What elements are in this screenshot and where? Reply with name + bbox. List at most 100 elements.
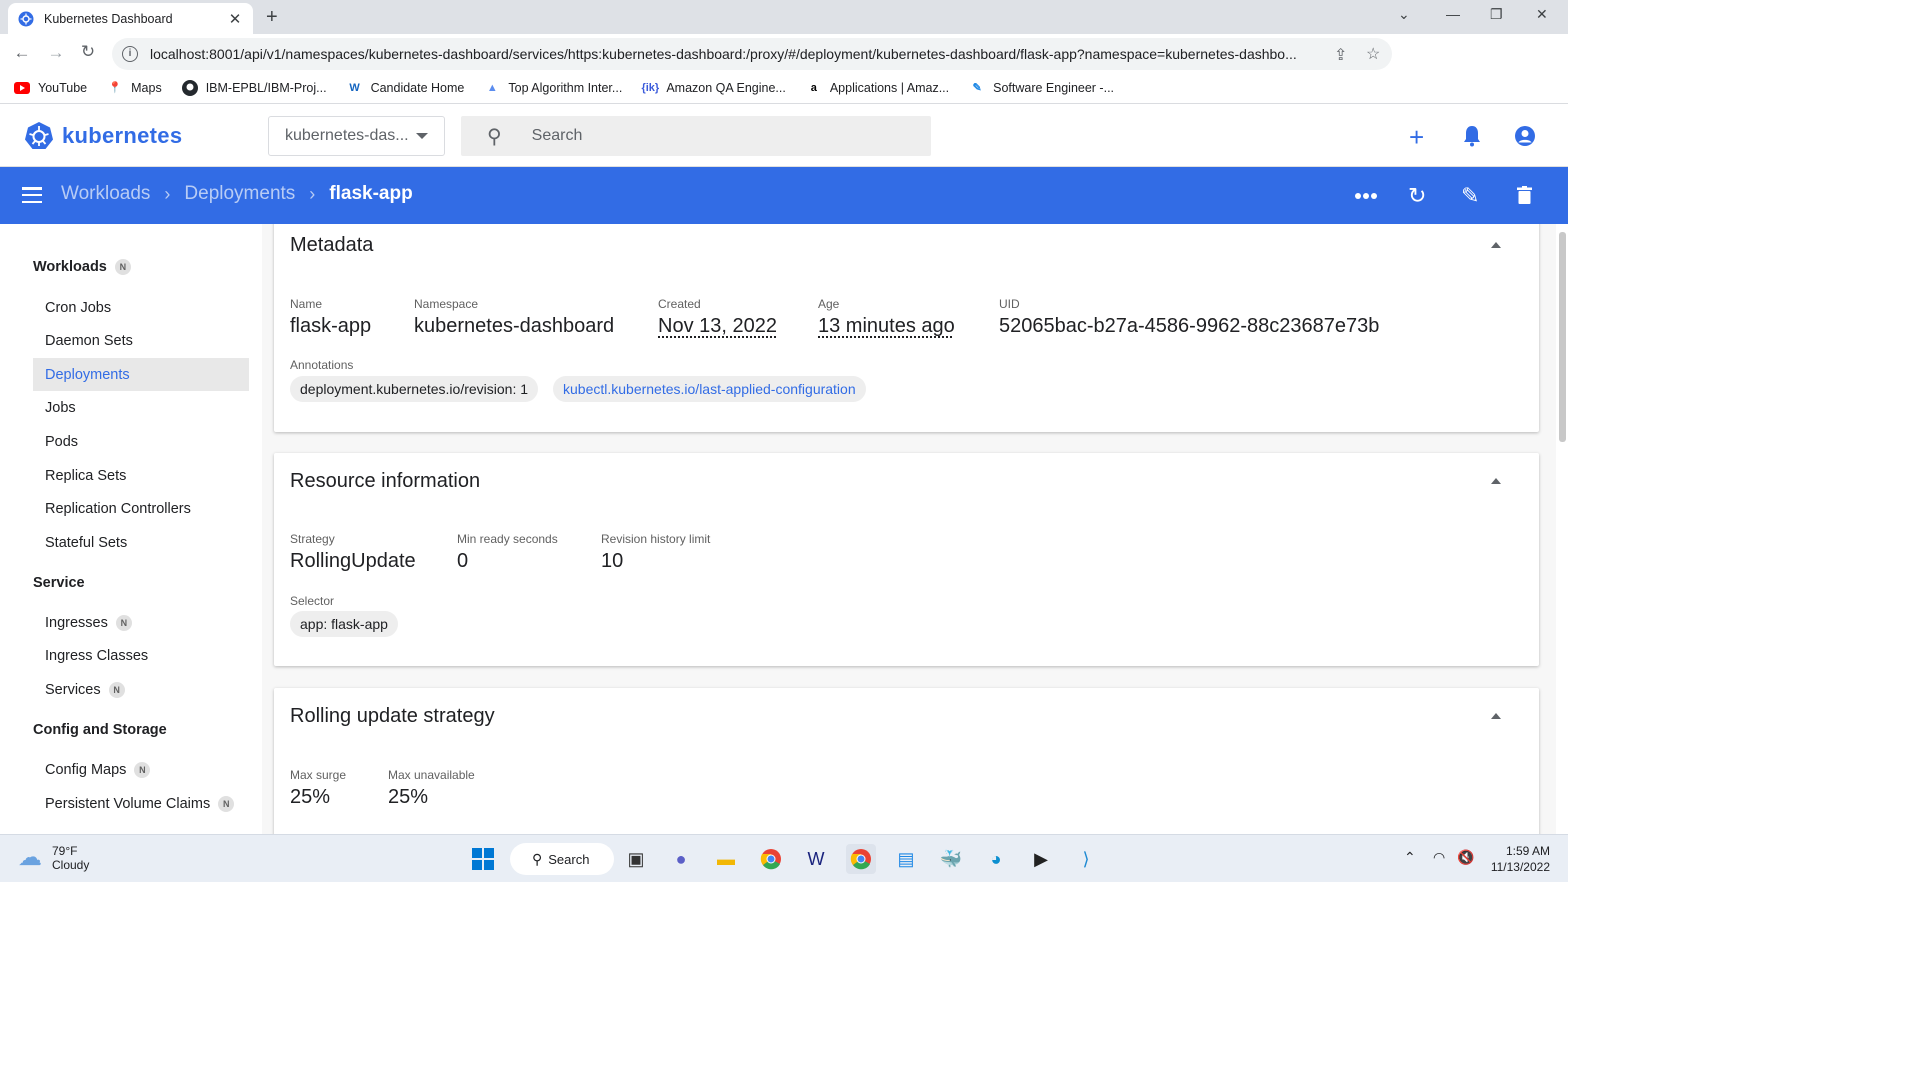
chrome-icon[interactable] bbox=[756, 844, 786, 874]
sidebar-item-ingress-classes[interactable]: Ingress Classes bbox=[33, 639, 249, 672]
rolling-update-strategy-card: Rolling update strategy Max surge 25% Max… bbox=[274, 688, 1539, 834]
selector-chip: app: flask-app bbox=[290, 611, 398, 637]
search-icon: ⚲ bbox=[532, 850, 543, 867]
bookmark-applications-amazon[interactable]: a Applications | Amaz... bbox=[806, 80, 949, 96]
sidebar-item-stateful-sets[interactable]: Stateful Sets bbox=[33, 526, 249, 559]
sidebar-item-label: Replica Sets bbox=[45, 467, 127, 484]
sidebar-item-services[interactable]: Services N bbox=[33, 673, 249, 706]
webex-icon[interactable]: W bbox=[801, 844, 831, 874]
url-bar[interactable]: i localhost:8001/api/v1/namespaces/kuber… bbox=[112, 38, 1392, 70]
sidebar-item-cron-jobs[interactable]: Cron Jobs bbox=[33, 291, 249, 324]
search-icon: ⚲ bbox=[487, 125, 502, 148]
bookmark-amazon-qa[interactable]: {ik} Amazon QA Engine... bbox=[641, 80, 786, 96]
tab-search-icon[interactable]: ⌄ bbox=[1398, 6, 1410, 23]
bookmark-maps[interactable]: 📍 Maps bbox=[107, 80, 161, 96]
scrollbar[interactable] bbox=[1559, 232, 1566, 442]
sidebar-item-deployments[interactable]: Deployments bbox=[33, 358, 249, 391]
bookmark-top-algorithm[interactable]: ▲ Top Algorithm Inter... bbox=[484, 80, 622, 96]
url-text: localhost:8001/api/v1/namespaces/kuberne… bbox=[150, 46, 1297, 62]
teams-chat-icon[interactable]: ● bbox=[666, 844, 696, 874]
sidebar-item-replication-controllers[interactable]: Replication Controllers bbox=[33, 492, 249, 525]
terminal-icon[interactable]: ▶ bbox=[1026, 844, 1056, 874]
field-value: RollingUpdate bbox=[290, 550, 416, 572]
bookmark-software-engineer[interactable]: ✎ Software Engineer -... bbox=[969, 80, 1115, 96]
chrome-active-icon[interactable] bbox=[846, 844, 876, 874]
breadcrumb-workloads[interactable]: Workloads bbox=[61, 183, 150, 205]
taskbar-search[interactable]: ⚲ Search bbox=[510, 843, 614, 875]
field-label: UID bbox=[999, 297, 1020, 311]
collapse-chevron-icon[interactable] bbox=[1491, 713, 1501, 719]
sidebar-item-persistent-volume-claims[interactable]: Persistent Volume Claims N bbox=[33, 787, 249, 820]
task-view-icon[interactable]: ▣ bbox=[621, 844, 651, 874]
sidebar-group-service[interactable]: Service bbox=[33, 575, 85, 591]
account-circle-icon[interactable] bbox=[1514, 125, 1536, 147]
restore-icon[interactable]: ❐ bbox=[1490, 6, 1503, 23]
workday-icon: W bbox=[349, 81, 360, 94]
sidebar-item-pods[interactable]: Pods bbox=[33, 425, 249, 458]
bookmark-candidate-home[interactable]: W Candidate Home bbox=[347, 80, 464, 96]
refresh-icon[interactable]: ↻ bbox=[1408, 183, 1426, 209]
sidebar-item-config-maps[interactable]: Config Maps N bbox=[33, 753, 249, 786]
volume-muted-icon[interactable]: 🔇 bbox=[1457, 849, 1474, 866]
field-name: Name flask-app bbox=[290, 297, 371, 338]
sidebar-item-label: Services bbox=[45, 681, 101, 698]
sidebar-item-daemon-sets[interactable]: Daemon Sets bbox=[33, 324, 249, 357]
docker-icon[interactable]: 🐳 bbox=[936, 844, 966, 874]
breadcrumb: Workloads › Deployments › flask-app bbox=[61, 183, 413, 205]
weather-widget[interactable]: ☁ 79°F Cloudy bbox=[18, 843, 89, 872]
bookmark-github[interactable]: IBM-EPBL/IBM-Proj... bbox=[181, 79, 327, 96]
back-icon[interactable]: ← bbox=[8, 43, 36, 63]
annotation-link-chip[interactable]: kubectl.kubernetes.io/last-applied-confi… bbox=[553, 376, 866, 402]
minimize-icon[interactable]: — bbox=[1446, 6, 1460, 22]
vscode-icon[interactable]: ⟩ bbox=[1071, 844, 1101, 874]
sidebar-item-label: Jobs bbox=[45, 399, 76, 416]
wifi-icon[interactable]: ◠ bbox=[1433, 849, 1445, 866]
edit-pencil-icon[interactable]: ✎ bbox=[1461, 183, 1479, 209]
brand-name: kubernetes bbox=[62, 123, 183, 148]
start-windows-icon[interactable] bbox=[468, 844, 498, 874]
namespace-select[interactable]: kubernetes-das... bbox=[268, 116, 445, 156]
bookmark-label: IBM-EPBL/IBM-Proj... bbox=[205, 80, 327, 95]
field-value: 10 bbox=[601, 550, 624, 572]
browser-tab[interactable]: Kubernetes Dashboard ✕ bbox=[8, 3, 253, 34]
field-label: Created bbox=[658, 297, 701, 311]
new-tab-icon[interactable]: + bbox=[266, 6, 278, 29]
search-input[interactable]: ⚲ Search bbox=[461, 116, 931, 156]
share-icon[interactable]: ⇪ bbox=[1334, 45, 1347, 65]
annotations-label: Annotations bbox=[290, 358, 353, 372]
sidebar-group-config-and-storage[interactable]: Config and Storage bbox=[33, 722, 167, 738]
bookmark-youtube[interactable]: YouTube bbox=[14, 80, 87, 96]
notepad-icon[interactable]: ▤ bbox=[891, 844, 921, 874]
sidebar-item-ingresses[interactable]: Ingresses N bbox=[33, 606, 249, 639]
field-label: Strategy bbox=[290, 532, 335, 546]
breadcrumb-current: flask-app bbox=[329, 183, 413, 204]
window-close-icon[interactable]: ✕ bbox=[1536, 6, 1548, 23]
field-age: Age 13 minutes ago bbox=[818, 297, 955, 338]
collapse-chevron-icon[interactable] bbox=[1491, 478, 1501, 484]
notifications-bell-icon[interactable] bbox=[1463, 125, 1481, 147]
bookmark-star-icon[interactable]: ☆ bbox=[1366, 44, 1380, 64]
tab-close-icon[interactable]: ✕ bbox=[227, 10, 243, 28]
delete-trash-icon[interactable] bbox=[1517, 186, 1532, 204]
bookmark-label: Amazon QA Engine... bbox=[666, 80, 786, 95]
sidebar-group-workloads[interactable]: Workloads N bbox=[33, 259, 131, 275]
system-clock[interactable]: 1:59 AM 11/13/2022 bbox=[1488, 843, 1550, 875]
show-hidden-icons-chevron-icon[interactable]: ⌃ bbox=[1404, 849, 1416, 866]
forward-icon[interactable]: → bbox=[42, 43, 70, 63]
reload-icon[interactable]: ↻ bbox=[74, 42, 102, 62]
edge-icon[interactable]: ◕ bbox=[981, 844, 1011, 874]
more-horizontal-icon[interactable] bbox=[1355, 192, 1377, 200]
create-plus-icon[interactable]: + bbox=[1409, 122, 1424, 153]
kubernetes-logo[interactable]: kubernetes bbox=[24, 121, 182, 151]
file-explorer-icon[interactable]: ▬ bbox=[711, 844, 741, 874]
menu-hamburger-icon[interactable] bbox=[22, 187, 42, 203]
temperature: 79°F bbox=[52, 843, 78, 858]
sidebar-item-jobs[interactable]: Jobs bbox=[33, 391, 249, 424]
field-value: 0 bbox=[457, 550, 469, 572]
site-info-icon[interactable]: i bbox=[122, 46, 138, 62]
sidebar-item-replica-sets[interactable]: Replica Sets bbox=[33, 459, 249, 492]
field-label: Max unavailable bbox=[388, 768, 475, 782]
interviewkickstart-icon: {ik} bbox=[641, 81, 660, 94]
collapse-chevron-icon[interactable] bbox=[1491, 242, 1501, 248]
breadcrumb-deployments[interactable]: Deployments bbox=[184, 183, 295, 205]
